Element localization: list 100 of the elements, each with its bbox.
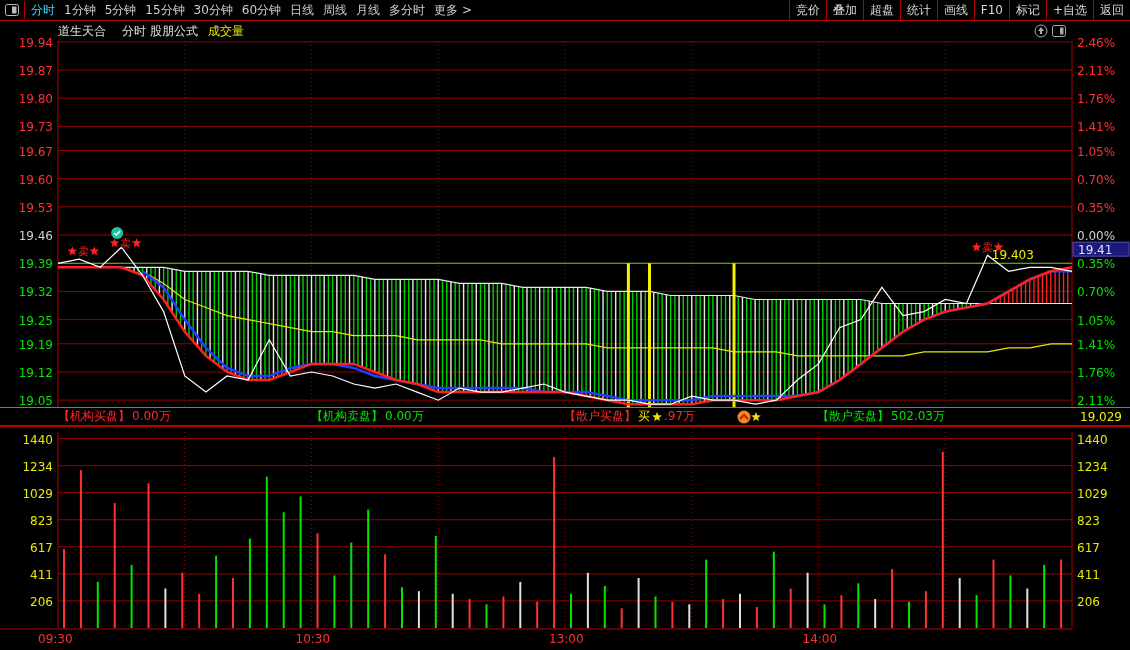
chevron-badge-icon bbox=[737, 409, 764, 424]
price-axis-label: 19.19 bbox=[18, 337, 53, 352]
period-tab[interactable]: 多分时 bbox=[389, 1, 426, 19]
star-icon bbox=[993, 242, 1004, 252]
volume-axis-label: 1234 bbox=[1077, 459, 1108, 474]
period-tab[interactable]: 5分钟 bbox=[104, 1, 137, 19]
volume-axis-label: 206 bbox=[1077, 594, 1100, 609]
check-circle-icon bbox=[111, 227, 124, 240]
volume-bar bbox=[874, 599, 877, 628]
volume-bar bbox=[485, 604, 488, 628]
volume-bar bbox=[654, 596, 657, 628]
flow-value: 0.00万 bbox=[385, 408, 424, 425]
volume-axis-label: 1234 bbox=[22, 459, 53, 474]
volume-bar bbox=[468, 599, 471, 628]
volume-bar bbox=[857, 583, 860, 628]
volume-axis-label: 206 bbox=[30, 594, 53, 609]
percent-axis-label: 1.41% bbox=[1077, 337, 1116, 352]
volume-bar bbox=[603, 585, 606, 628]
star-icon bbox=[971, 242, 982, 252]
percent-axis-label: 0.35% bbox=[1077, 257, 1116, 272]
volume-axis-label: 411 bbox=[30, 567, 53, 582]
volume-axis-label: 617 bbox=[1077, 540, 1100, 555]
price-axis-label: 19.32 bbox=[18, 285, 53, 300]
volume-bar bbox=[198, 593, 201, 628]
flow-value: .97万 bbox=[664, 408, 696, 425]
time-axis-label: 10:30 bbox=[295, 632, 331, 646]
price-axis-label: 19.25 bbox=[18, 313, 53, 328]
volume-bar bbox=[620, 608, 623, 628]
percent-axis-label: 0.70% bbox=[1077, 285, 1116, 300]
volume-bar bbox=[417, 591, 420, 628]
volume-axis-label: 823 bbox=[1077, 513, 1100, 528]
percent-axis-label: 2.11% bbox=[1077, 64, 1116, 78]
panel-toggle-icon[interactable] bbox=[1052, 24, 1066, 38]
volume-bar bbox=[891, 568, 894, 628]
percent-axis-label: 0.00% bbox=[1077, 229, 1116, 244]
period-tab[interactable]: 周线 bbox=[323, 1, 348, 19]
price-axis-label: 19.73 bbox=[18, 120, 53, 135]
price-axis-label: 19.05 bbox=[18, 394, 53, 409]
volume-bar bbox=[1060, 559, 1063, 628]
chart-title: 分时 股朋公式 bbox=[122, 22, 198, 40]
upload-icon[interactable] bbox=[1034, 24, 1048, 38]
price-axis-label: 19.39 bbox=[18, 257, 53, 272]
volume-bar bbox=[637, 578, 640, 628]
chart-title: 道生天合 bbox=[58, 22, 106, 40]
period-tab[interactable]: 1分钟 bbox=[64, 1, 96, 19]
volume-bar bbox=[975, 595, 978, 628]
price-axis-label: 19.46 bbox=[18, 229, 53, 244]
period-tab[interactable]: 更多 > bbox=[434, 1, 472, 19]
flow-label: 【散户卖盘】 bbox=[817, 408, 889, 425]
price-axis-label: 19.12 bbox=[18, 365, 53, 380]
volume-axis-label: 1029 bbox=[22, 486, 53, 501]
flow-label: 【散户买盘】 bbox=[564, 408, 636, 425]
volume-axis-label: 1440 bbox=[22, 432, 53, 447]
volume-axis-label: 411 bbox=[1077, 567, 1100, 582]
time-axis-label: 13:00 bbox=[549, 632, 584, 646]
period-tab[interactable]: 分时 bbox=[31, 1, 55, 19]
chart-title: 成交量 bbox=[207, 22, 244, 40]
current-price-tag: 19.41 bbox=[1072, 241, 1130, 257]
percent-axis-label: 1.76% bbox=[1077, 92, 1116, 107]
volume-bar bbox=[840, 595, 843, 628]
period-tab[interactable]: 日线 bbox=[290, 1, 315, 19]
volume-bar bbox=[536, 601, 539, 628]
price-axis-label: 19.94 bbox=[18, 35, 53, 50]
volume-bar bbox=[1043, 564, 1046, 628]
volume-bar bbox=[705, 559, 708, 628]
price-axis-label: 19.67 bbox=[18, 144, 53, 159]
sell-signal: 卖 bbox=[120, 237, 132, 251]
star-icon bbox=[89, 246, 100, 256]
volume-bar bbox=[755, 606, 758, 628]
percent-axis-label: 1.05% bbox=[1077, 313, 1116, 328]
volume-bar bbox=[1009, 575, 1012, 628]
volume-bar bbox=[722, 599, 725, 628]
volume-bar bbox=[130, 564, 133, 628]
period-tab[interactable]: 30分钟 bbox=[193, 1, 233, 19]
volume-bar bbox=[586, 572, 589, 628]
flow-value: 502.03万 bbox=[891, 408, 945, 425]
volume-bar bbox=[958, 578, 961, 628]
price-axis-label: 19.80 bbox=[18, 92, 53, 107]
period-tab[interactable]: 15分钟 bbox=[145, 1, 185, 19]
volume-bar bbox=[806, 572, 809, 628]
sell-signal: 卖 bbox=[982, 241, 993, 255]
time-axis-label: 09:30 bbox=[38, 632, 73, 646]
period-tab[interactable]: 月线 bbox=[356, 1, 381, 19]
flow-label: 【机构买盘】 bbox=[58, 408, 130, 425]
volume-axis-label: 1029 bbox=[1077, 486, 1108, 501]
volume-bar bbox=[333, 575, 336, 628]
volume-bar bbox=[451, 593, 454, 628]
percent-axis-label: 2.46% bbox=[1077, 35, 1116, 50]
volume-bar bbox=[924, 591, 927, 628]
percent-axis-label: 0.35% bbox=[1077, 200, 1116, 215]
percent-axis-label: 1.41% bbox=[1077, 120, 1116, 135]
star-icon bbox=[131, 238, 142, 248]
star-icon bbox=[67, 246, 78, 256]
volume-bar bbox=[992, 559, 995, 628]
volume-axis-label: 1440 bbox=[1077, 432, 1108, 447]
volume-bar bbox=[164, 588, 167, 628]
percent-axis-label: 0.70% bbox=[1077, 172, 1116, 187]
volume-bar bbox=[671, 601, 674, 628]
volume-axis-label: 823 bbox=[30, 513, 53, 528]
period-tab[interactable]: 60分钟 bbox=[241, 1, 282, 19]
